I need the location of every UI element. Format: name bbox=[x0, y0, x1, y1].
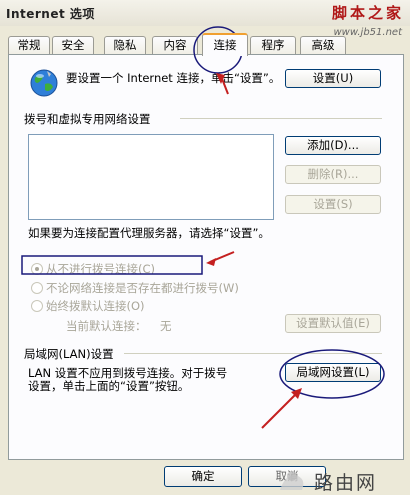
annotation-overlay bbox=[21, 26, 385, 429]
option-highlight-box bbox=[21, 255, 203, 275]
option-arrow-head bbox=[206, 258, 216, 266]
tab-connections[interactable]: 连接 bbox=[202, 33, 248, 56]
router-site-logo: 路由网 bbox=[270, 462, 410, 495]
router-logo-text: 路由网 bbox=[314, 472, 378, 494]
lan-arrow bbox=[261, 391, 299, 429]
router-logo-icon bbox=[280, 471, 304, 490]
